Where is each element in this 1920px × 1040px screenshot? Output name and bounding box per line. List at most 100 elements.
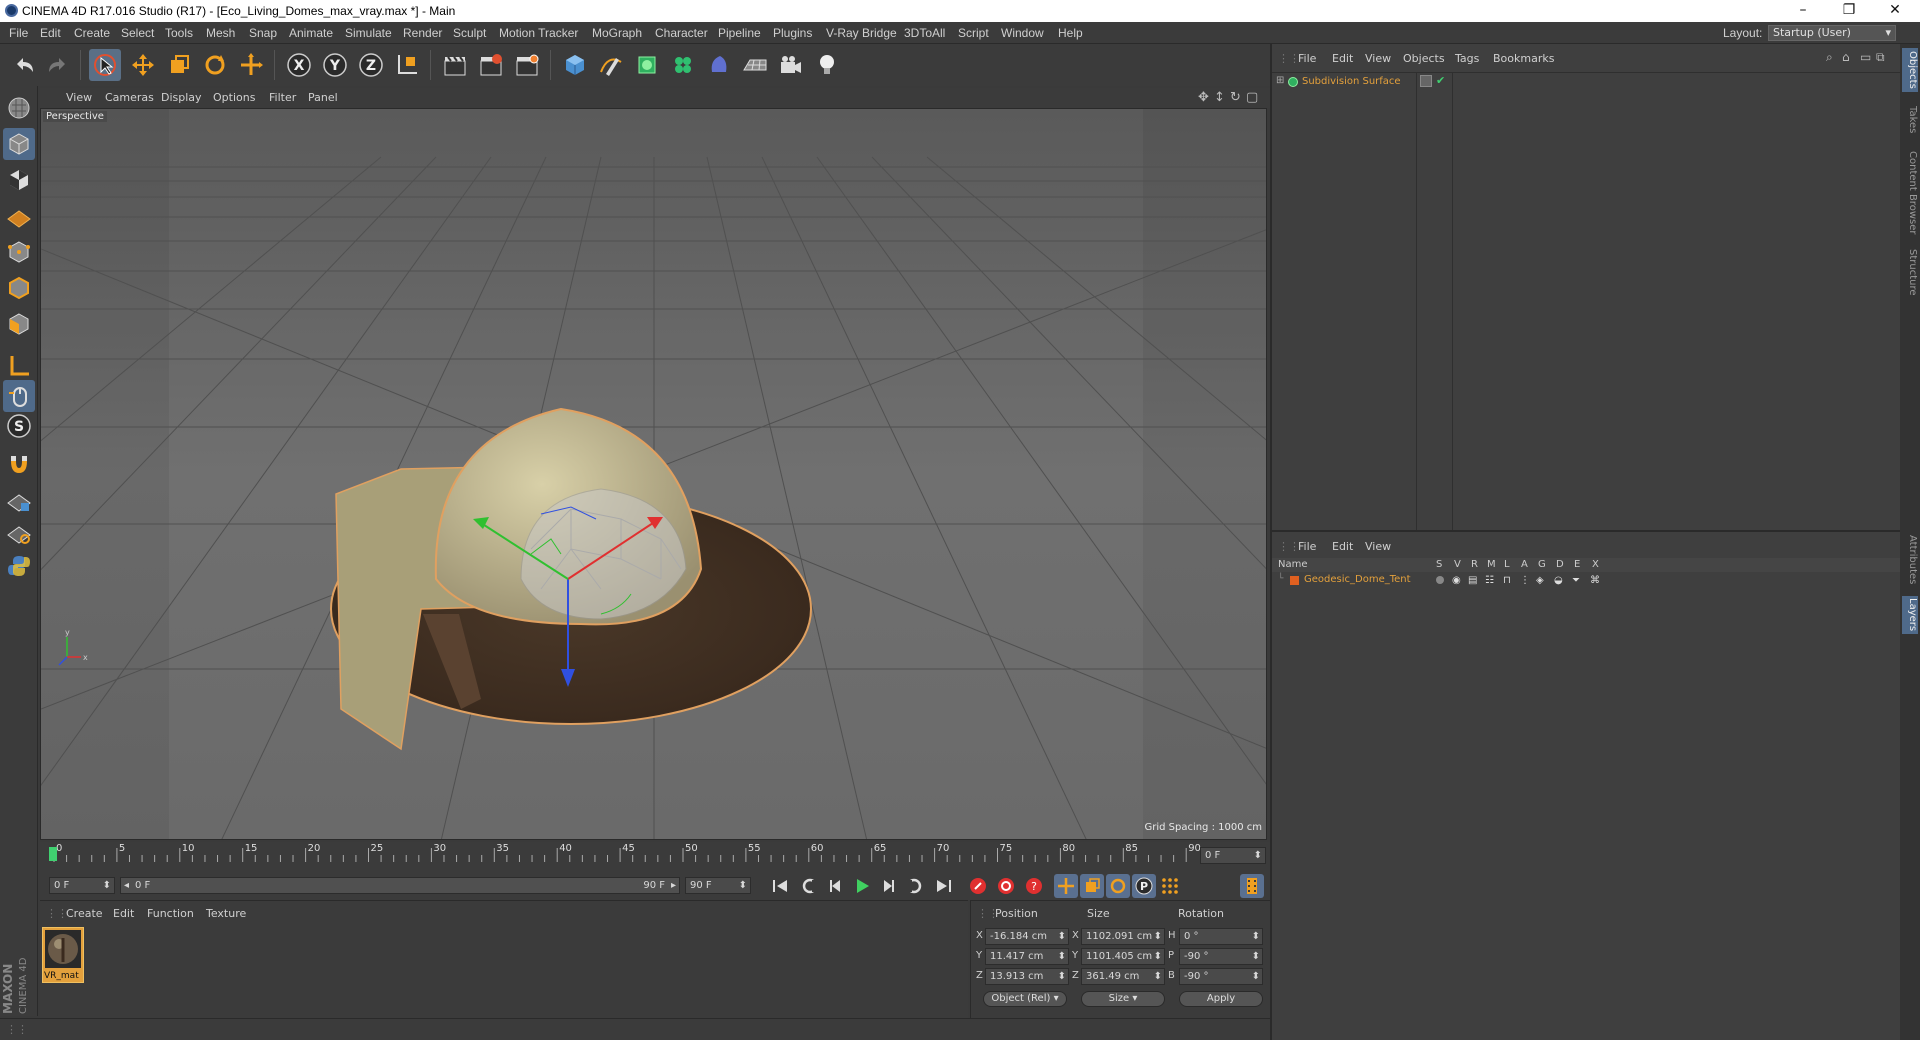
axis-mode-button[interactable] [3,350,35,382]
layer-lock-icon[interactable]: ⊓ [1503,575,1511,586]
search-icon[interactable]: ⌕ [1826,50,1833,65]
workplane-mode-button[interactable] [3,200,35,232]
column-generators[interactable]: G [1538,559,1546,570]
layer-animation-icon[interactable]: ⋮ [1520,575,1530,586]
model-mode-button[interactable] [3,128,35,160]
render-view-button[interactable] [439,49,471,81]
autokey-button[interactable] [994,874,1018,898]
tab-takes[interactable]: Takes [1902,104,1918,136]
rotation-h-field[interactable]: 0 ° ⬍ [1179,928,1263,945]
material-menu-create[interactable]: Create [66,907,103,920]
undo-button[interactable] [8,49,40,81]
tweak-mode-button[interactable] [3,380,35,412]
y-axis-lock-button[interactable]: Y [319,49,351,81]
menu-simulate[interactable]: Simulate [345,26,392,40]
object-menu-view[interactable]: View [1365,52,1391,65]
keyframe-selection-button[interactable]: ? [1022,874,1046,898]
viewport-maximize-icon[interactable]: ▢ [1246,90,1258,105]
viewport-menu-view[interactable]: View [66,91,92,104]
layer-deformer-icon[interactable]: ◒ [1554,575,1563,586]
add-spline-button[interactable] [595,49,627,81]
render-picture-viewer-button[interactable] [475,49,507,81]
position-y-field[interactable]: 11.417 cm ⬍ [985,948,1069,965]
edges-mode-button[interactable] [3,272,35,304]
timeline-window-button[interactable] [1240,874,1264,898]
planar-workplane-button[interactable] [3,518,35,550]
current-frame-field[interactable]: 0 F ⬍ [1200,847,1266,864]
material-menu-function[interactable]: Function [147,907,194,920]
menu-vray-bridge[interactable]: V-Ray Bridge [826,26,897,40]
column-solo[interactable]: S [1436,559,1442,570]
object-name[interactable]: Subdivision Surface [1302,76,1401,87]
play-button[interactable] [850,874,874,898]
column-xref[interactable]: X [1592,559,1599,570]
menu-help[interactable]: Help [1058,26,1083,40]
python-button[interactable] [3,550,35,582]
layer-generator-icon[interactable]: ◈ [1536,575,1544,586]
size-z-field[interactable]: 361.49 cm ⬍ [1081,968,1165,985]
enabled-check-icon[interactable]: ✔ [1436,74,1445,87]
layer-row[interactable]: └ Geodesic_Dome_Tent ◉ ▤ ☷ ⊓ ⋮ ◈ ◒ ⏷ ⌘ [1272,574,1902,588]
position-z-field[interactable]: 13.913 cm ⬍ [985,968,1069,985]
add-camera-button[interactable] [775,49,807,81]
points-mode-button[interactable] [3,236,35,268]
menu-mograph[interactable]: MoGraph [592,26,642,40]
menu-tools[interactable]: Tools [165,26,193,40]
new-view-icon[interactable]: ▭ [1860,50,1871,64]
add-array-button[interactable] [667,49,699,81]
tab-content-browser[interactable]: Content Browser [1902,148,1918,238]
column-visible[interactable]: V [1454,559,1461,570]
column-deformers[interactable]: D [1556,559,1564,570]
move-tool[interactable] [127,49,159,81]
menu-snap[interactable]: Snap [249,26,277,40]
start-frame-field[interactable]: 0 F ⬍ [49,877,115,894]
size-mode-select[interactable]: Size ▾ [1081,991,1165,1007]
scale-tool[interactable] [163,49,195,81]
layer-manager-icon[interactable]: ☷ [1485,575,1494,586]
key-pla-button[interactable] [1158,874,1182,898]
menu-script[interactable]: Script [958,26,989,40]
material-swatch[interactable]: VR_mat [42,927,84,983]
menu-animate[interactable]: Animate [289,26,333,40]
snapping-button[interactable] [3,448,35,480]
column-manager[interactable]: M [1487,559,1496,570]
viewport-menu-filter[interactable]: Filter [269,91,296,104]
menu-select[interactable]: Select [121,26,154,40]
position-x-field[interactable]: -16.184 cm ⬍ [985,928,1069,945]
menu-plugins[interactable]: Plugins [773,26,812,40]
layer-menu-file[interactable]: File [1298,540,1316,553]
menu-mesh[interactable]: Mesh [206,26,235,40]
key-parameter-button[interactable]: P [1132,874,1156,898]
maximize-icon[interactable]: ⧉ [1876,50,1885,65]
next-key-button[interactable] [902,874,926,898]
polygons-mode-button[interactable] [3,308,35,340]
object-menu-tags[interactable]: Tags [1455,52,1479,65]
object-menu-bookmarks[interactable]: Bookmarks [1493,52,1554,65]
layer-xref-icon[interactable]: ⌘ [1590,575,1600,586]
layer-expression-icon[interactable]: ⏷ [1572,575,1580,586]
viewport-move-icon[interactable]: ✥ [1198,90,1209,105]
make-editable-button[interactable] [3,92,35,124]
rotation-b-field[interactable]: -90 ° ⬍ [1179,968,1263,985]
add-light-button[interactable] [811,49,843,81]
viewport-menu-cameras[interactable]: Cameras [105,91,154,104]
add-nurbs-button[interactable] [631,49,663,81]
previous-key-button[interactable] [798,874,822,898]
coordinate-mode-select[interactable]: Object (Rel) ▾ [983,991,1067,1007]
restore-button[interactable]: ❐ [1826,0,1872,22]
playhead-marker[interactable] [49,847,57,861]
key-position-button[interactable] [1054,874,1078,898]
rotate-tool[interactable] [199,49,231,81]
column-locked[interactable]: L [1504,559,1510,570]
solo-mode-button[interactable]: S [3,410,35,442]
close-button[interactable]: ✕ [1872,0,1918,22]
lock-workplane-button[interactable] [3,486,35,518]
tab-layers[interactable]: Layers [1902,596,1918,634]
menu-edit[interactable]: Edit [40,26,61,40]
menu-render[interactable]: Render [403,26,442,40]
record-keys-button[interactable] [966,874,990,898]
viewport-zoom-icon[interactable]: ↕ [1214,90,1225,105]
previous-frame-button[interactable] [824,874,848,898]
layer-visible-eye-icon[interactable]: ◉ [1452,575,1461,586]
coordinate-system-button[interactable] [391,49,423,81]
